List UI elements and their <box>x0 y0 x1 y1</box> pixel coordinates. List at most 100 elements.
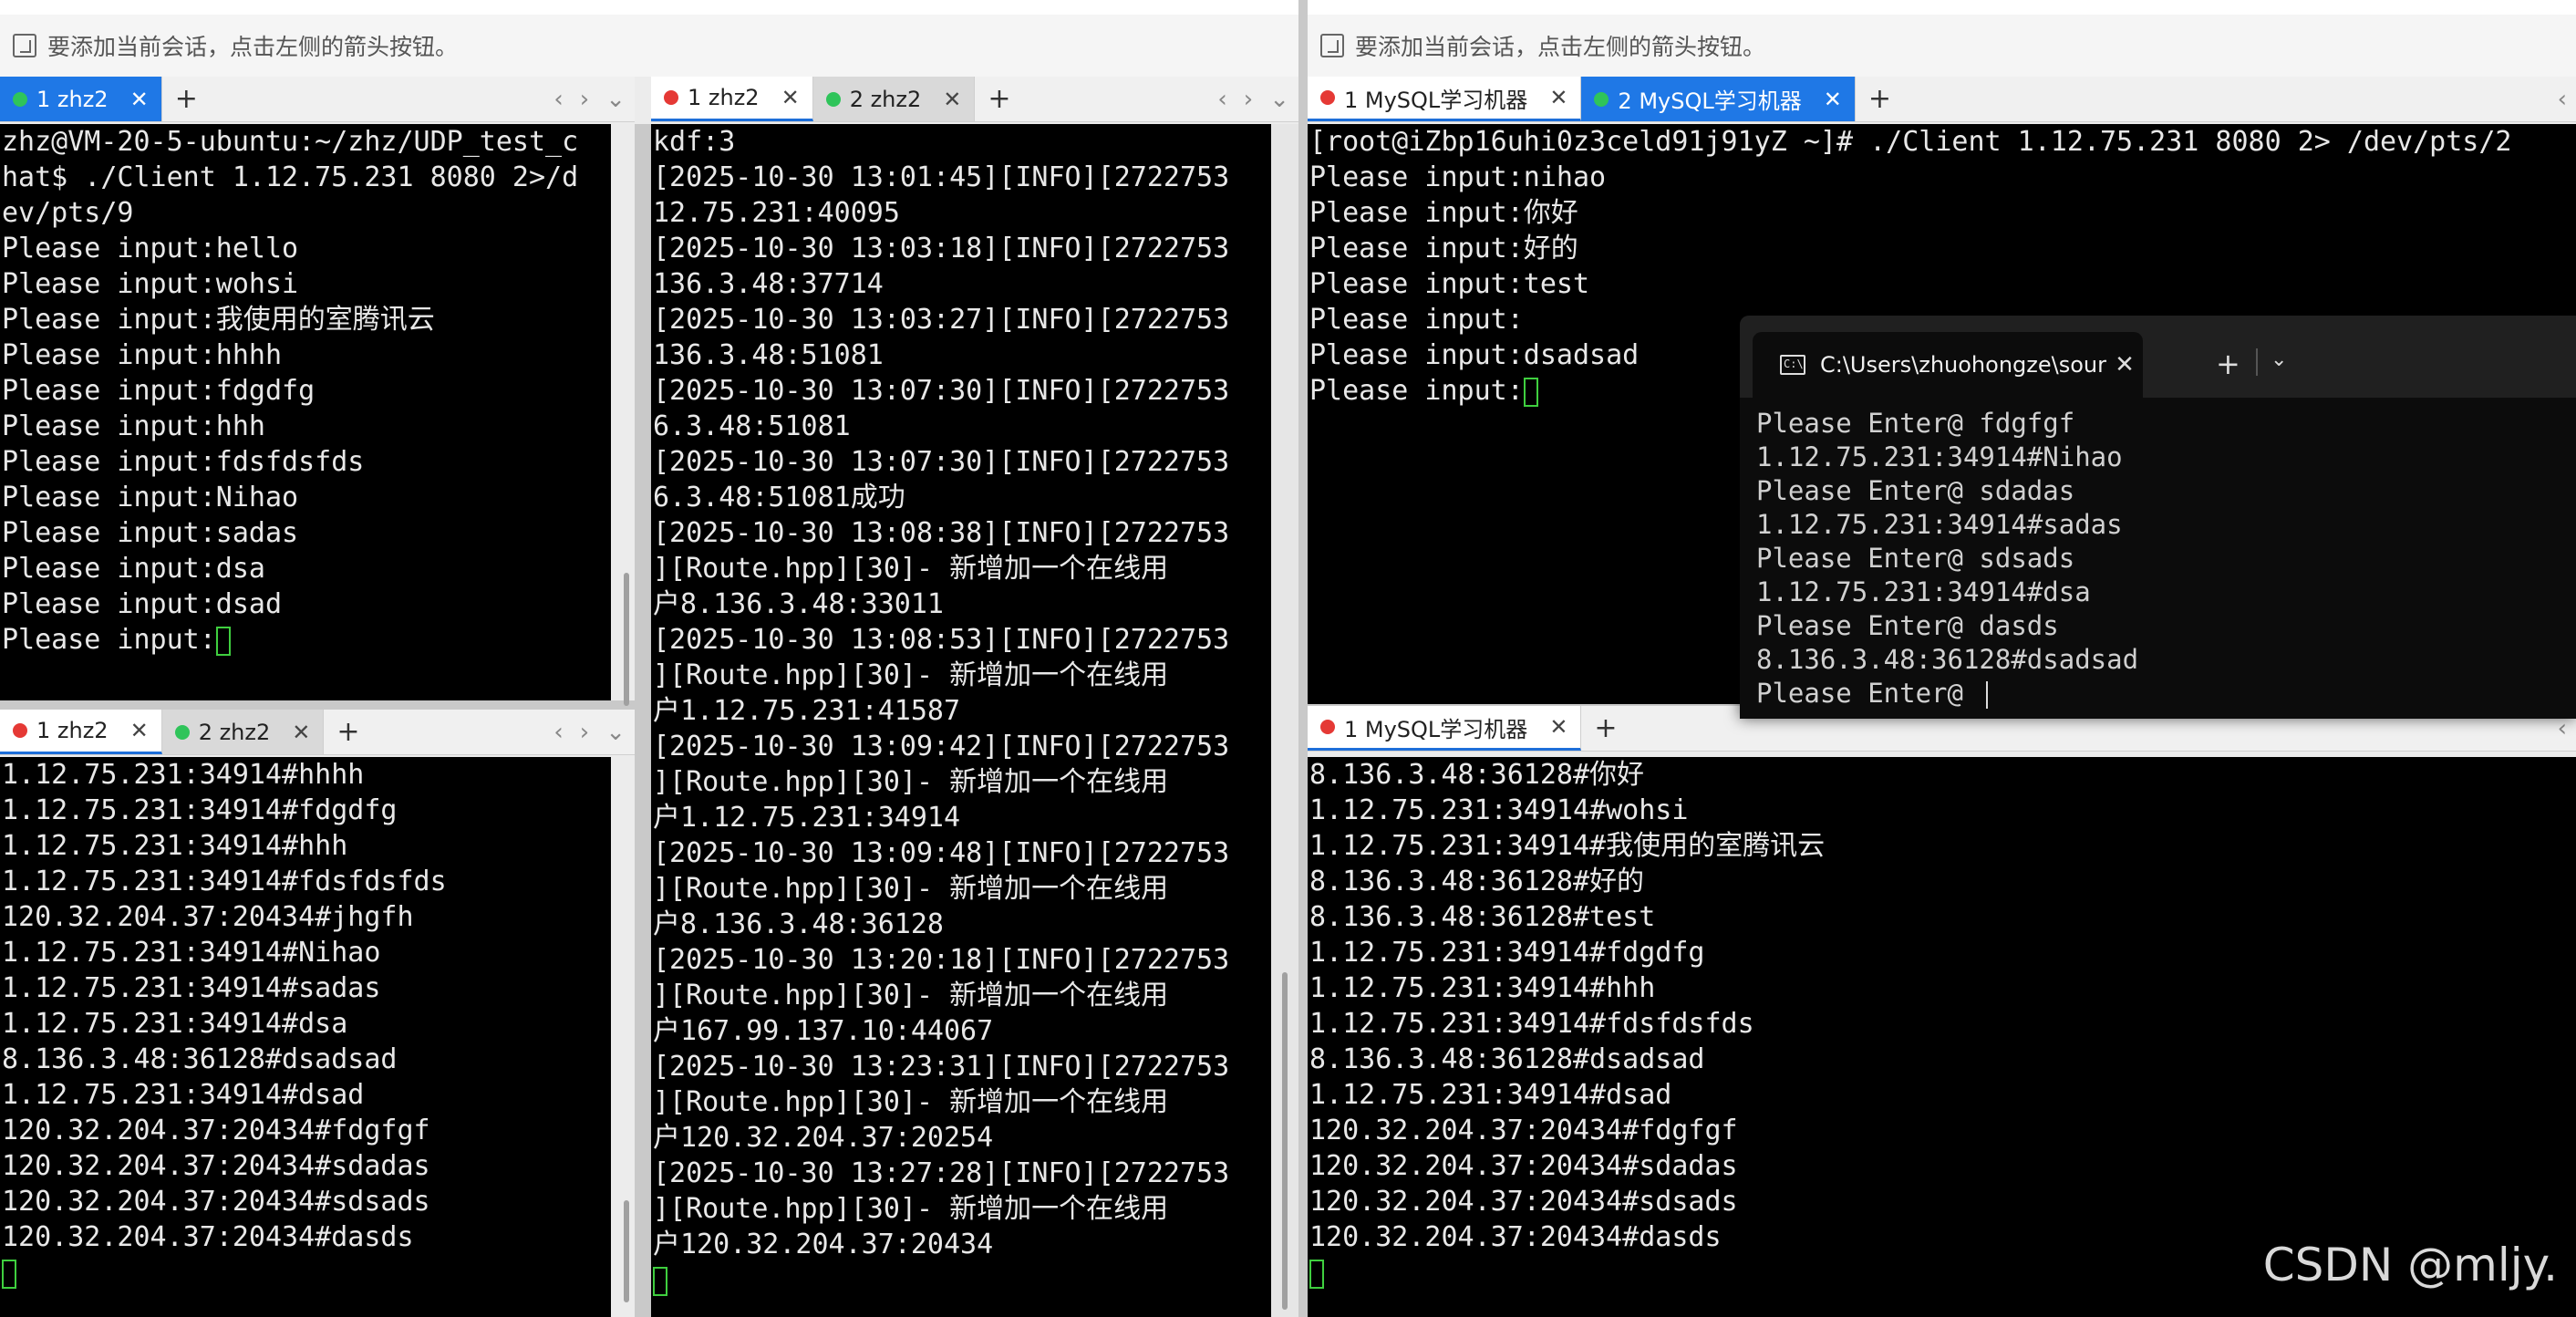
terminal-cursor <box>1309 1259 1324 1289</box>
tab-left-bottom-2[interactable]: 2 zhz2 ✕ <box>161 710 325 754</box>
chevron-left-icon[interactable]: ‹ <box>1217 86 1226 113</box>
terminal-line: Please input:dsad <box>2 588 283 620</box>
text-cursor <box>1986 681 1989 709</box>
overlay-tab[interactable]: C:\ C:\Users\zhuohongze\source\r ✕ <box>1753 332 2143 398</box>
window-divider[interactable] <box>1298 0 1308 1317</box>
tab-right-bottom-1[interactable]: 1 MySQL学习机器 ✕ <box>1308 706 1582 751</box>
terminal-line: 1.12.75.231:34914#dsa <box>1756 576 2091 607</box>
tab-right-top-1[interactable]: 1 MySQL学习机器 ✕ <box>1308 77 1582 121</box>
terminal-left-top[interactable]: zhz@VM-20-5-ubuntu:~/zhz/UDP_test_c hat$ … <box>0 124 611 700</box>
pane-divider-vertical[interactable] <box>635 124 651 1317</box>
close-icon[interactable]: ✕ <box>130 718 149 743</box>
terminal-line: 1.12.75.231:34914#wohsi <box>1309 794 1689 826</box>
terminal-line: [2025-10-30 13:27:28][INFO][2722753 <box>653 1157 1230 1189</box>
terminal-right-bottom[interactable]: 8.136.3.48:36128#你好 1.12.75.231:34914#woh… <box>1308 757 2576 1317</box>
tabbar-right-top: 1 MySQL学习机器 ✕ 2 MySQL学习机器 ✕ + ‹ <box>1308 77 2576 122</box>
terminal-line <box>2 1255 611 1291</box>
terminal-line: 120.32.204.37:20434#sdsads <box>2 1186 430 1218</box>
chevron-right-icon[interactable]: › <box>580 719 589 746</box>
terminal-line: 8.136.3.48:36128#dsadsad <box>1309 1043 1705 1075</box>
terminal-line: [root@iZbp16uhi0z3celd91j91yZ ~]# ./Clie… <box>1309 126 2512 158</box>
windows-terminal-window[interactable]: C:\ C:\Users\zhuohongze\source\r ✕ + ⌄ P… <box>1740 316 2576 719</box>
close-icon[interactable]: ✕ <box>943 87 961 112</box>
terminal-line: 8.136.3.48:36128#dsadsad <box>2 1043 398 1075</box>
terminal-line: 1.12.75.231:34914#Nihao <box>2 937 381 969</box>
add-tab-button[interactable]: + <box>975 77 1023 121</box>
status-dot <box>825 91 841 107</box>
terminal-line: ][Route.hpp][30]- 新增加一个在线用 <box>653 873 1169 905</box>
tab-middle-2[interactable]: 2 zhz2 ✕ <box>812 77 976 121</box>
terminal-line: Please input:hhh <box>2 410 265 442</box>
status-dot <box>13 723 27 738</box>
tab-left-bottom-1[interactable]: 1 zhz2 ✕ <box>0 710 162 754</box>
tab-label: 1 MySQL学习机器 <box>1344 716 1528 742</box>
terminal-line: 8.136.3.48:36128#dsadsad <box>1756 644 2139 675</box>
terminal-line: 1.12.75.231:34914#fdgdfg <box>1309 937 1705 969</box>
pane-divider-horizontal[interactable] <box>0 700 635 710</box>
close-icon[interactable]: ✕ <box>1824 87 1842 112</box>
close-icon[interactable]: ✕ <box>292 720 310 745</box>
terminal-line: Please Enter@ dasds <box>1756 610 2059 641</box>
chevron-left-icon[interactable]: ‹ <box>553 719 563 746</box>
terminal-line: 136.3.48:37714 <box>653 268 884 300</box>
terminal-line: 6.3.48:51081 <box>653 410 851 442</box>
close-icon[interactable]: ✕ <box>1549 714 1567 740</box>
scrollbar[interactable] <box>624 573 629 706</box>
chevron-down-icon[interactable]: ⌄ <box>605 86 626 113</box>
tabbar-middle: 1 zhz2 ✕ 2 zhz2 ✕ + ‹ › ⌄ <box>651 77 1298 122</box>
terminal-line: [2025-10-30 13:23:31][INFO][2722753 <box>653 1051 1230 1083</box>
tab-right-top-2[interactable]: 2 MySQL学习机器 ✕ <box>1581 77 1856 121</box>
close-icon[interactable]: ✕ <box>2106 351 2143 379</box>
terminal-line: 120.32.204.37:20434#sdadas <box>2 1150 430 1182</box>
add-session-icon[interactable] <box>1320 34 1344 57</box>
add-tab-button[interactable]: + <box>1581 706 1629 751</box>
new-tab-icon[interactable]: + <box>2216 347 2240 381</box>
terminal-line: ][Route.hpp][30]- 新增加一个在线用 <box>653 766 1169 798</box>
add-tab-button[interactable]: + <box>324 710 372 754</box>
close-icon[interactable]: ✕ <box>130 87 149 112</box>
add-tab-button[interactable]: + <box>162 77 211 121</box>
chevron-down-icon[interactable]: ⌄ <box>1269 86 1289 113</box>
chevron-right-icon[interactable]: › <box>1244 86 1253 113</box>
terminal-line: 8.136.3.48:36128#好的 <box>1309 866 1645 897</box>
tab-label: 2 zhz2 <box>849 86 922 112</box>
terminal-line: 120.32.204.37:20434#fdgfgf <box>1309 1115 1738 1146</box>
scrollbar[interactable] <box>1282 972 1288 1310</box>
notice-text: 要添加当前会话，点击左侧的箭头按钮。 <box>1355 34 1766 60</box>
terminal-cursor <box>1523 377 1538 407</box>
chevron-left-icon[interactable]: ‹ <box>2558 86 2567 113</box>
terminal-line: ev/pts/9 <box>2 197 134 229</box>
close-icon[interactable]: ✕ <box>1549 85 1567 110</box>
chevron-left-icon[interactable]: ‹ <box>2558 715 2567 742</box>
terminal-left-bottom[interactable]: 1.12.75.231:34914#hhhh 1.12.75.231:34914#… <box>0 757 611 1317</box>
overlay-terminal-body[interactable]: Please Enter@ fdgfgf 1.12.75.231:34914#Ni… <box>1740 398 2576 719</box>
terminal-line: Please input:dsa <box>2 553 265 585</box>
terminal-line: 136.3.48:51081 <box>653 339 884 371</box>
terminal-line: [2025-10-30 13:07:30][INFO][2722753 <box>653 446 1230 478</box>
terminal-line: Please input:hhhh <box>2 339 283 371</box>
terminal-line: Please Enter@ fdgfgf <box>1756 408 2075 439</box>
terminal-middle[interactable]: kdf:3 [2025-10-30 13:01:45][INFO][2722753… <box>651 124 1271 1317</box>
terminal-line: Please input:test <box>1309 268 1590 300</box>
tab-middle-1[interactable]: 1 zhz2 ✕ <box>651 77 813 121</box>
terminal-line: 120.32.204.37:20434#jhgfh <box>2 901 414 933</box>
chevron-down-icon[interactable]: ⌄ <box>605 719 626 746</box>
terminal-line: Please input:好的 <box>1309 233 1578 264</box>
terminal-line: kdf:3 <box>653 126 736 158</box>
add-tab-button[interactable]: + <box>1856 77 1904 121</box>
chevron-down-icon[interactable]: ⌄ <box>2271 348 2287 371</box>
chevron-left-icon[interactable]: ‹ <box>553 86 563 113</box>
notice-text: 要添加当前会话，点击左侧的箭头按钮。 <box>47 34 459 60</box>
status-dot <box>1594 91 1609 107</box>
terminal-line: [2025-10-30 13:03:18][INFO][2722753 <box>653 233 1230 264</box>
scrollbar[interactable] <box>624 1200 629 1302</box>
session-notice-left: 要添加当前会话，点击左侧的箭头按钮。 <box>0 15 1298 77</box>
add-session-icon[interactable] <box>13 34 36 57</box>
terminal-line: 1.12.75.231:34914#hhh <box>1309 972 1656 1004</box>
chevron-right-icon[interactable]: › <box>580 86 589 113</box>
terminal-line: 1.12.75.231:34914#fdgdfg <box>2 794 398 826</box>
close-icon[interactable]: ✕ <box>781 85 800 110</box>
terminal-line: ][Route.hpp][30]- 新增加一个在线用 <box>653 553 1169 585</box>
tab-left-top-1[interactable]: 1 zhz2 ✕ <box>0 77 162 121</box>
tab-label: 2 MySQL学习机器 <box>1618 88 1802 114</box>
